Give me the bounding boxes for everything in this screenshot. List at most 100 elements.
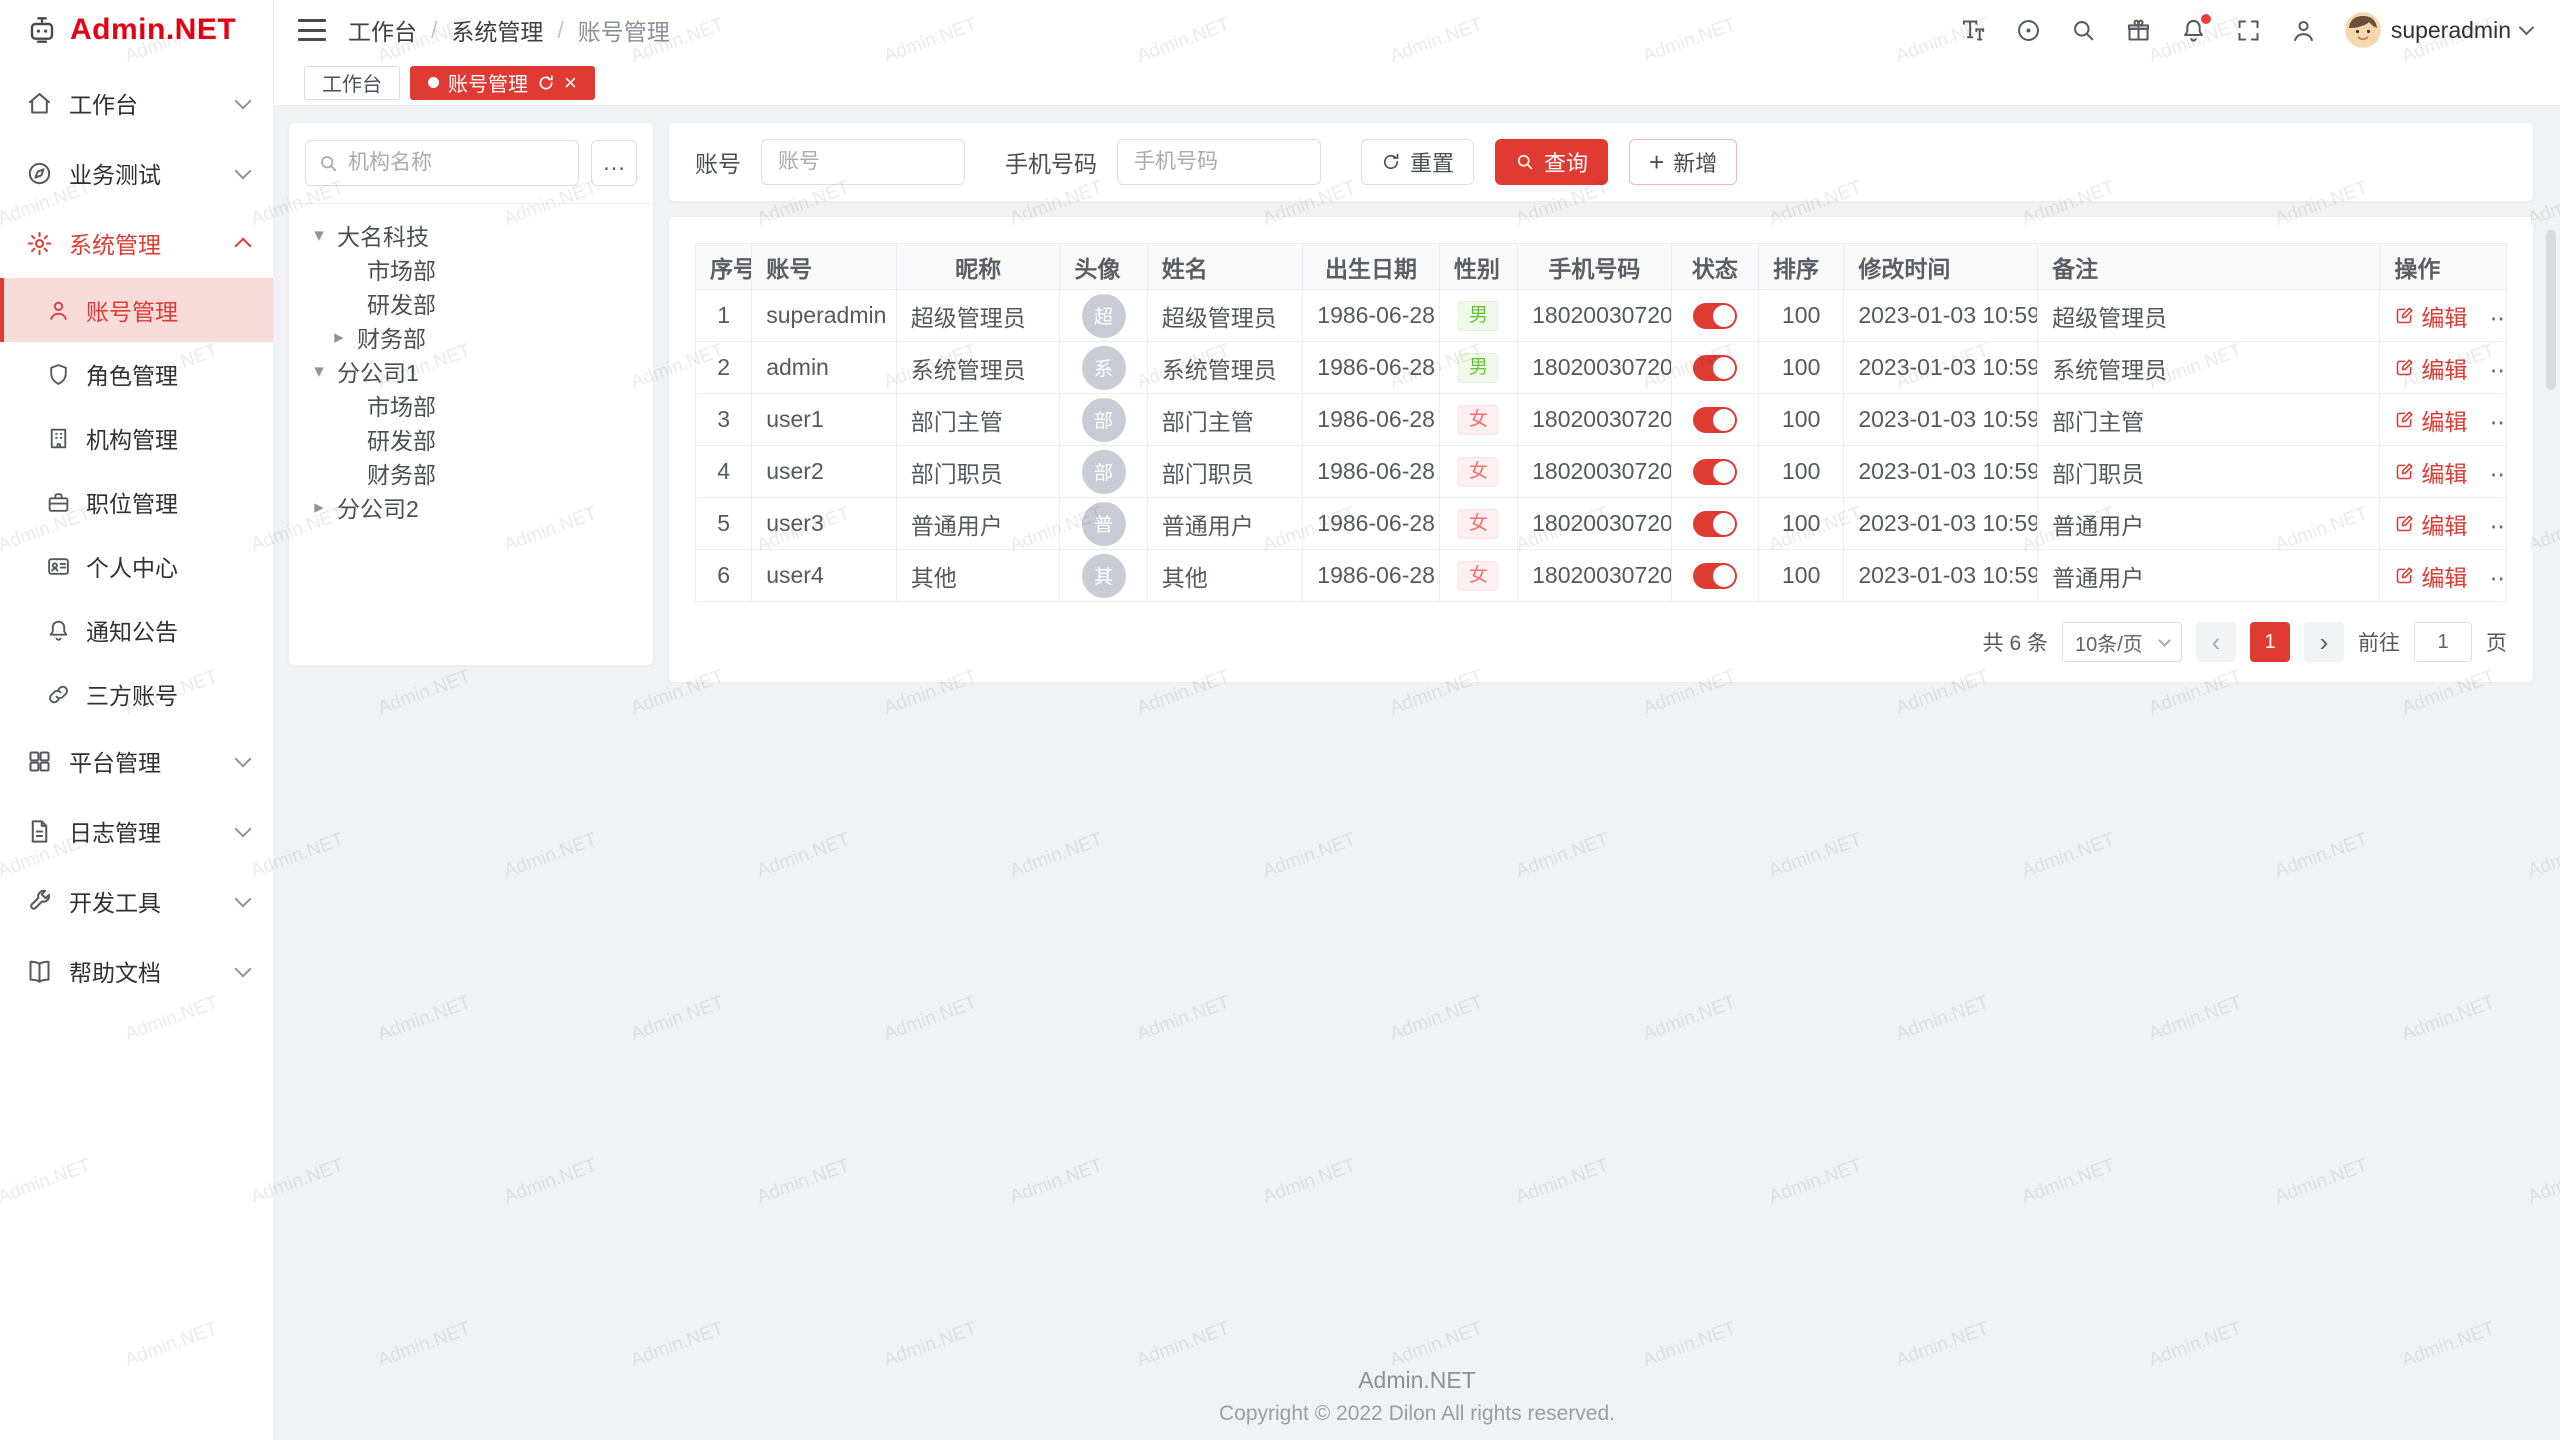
sidebar-subitem-position-management[interactable]: 职位管理 xyxy=(0,470,273,534)
tree-node[interactable]: ▾大名科技 xyxy=(299,218,643,252)
tab-close-icon[interactable]: × xyxy=(564,72,577,94)
status-toggle[interactable] xyxy=(1693,407,1737,433)
tree-node[interactable]: 研发部 xyxy=(299,422,643,456)
scrollbar-thumb[interactable] xyxy=(2546,230,2556,390)
tree-node[interactable]: ▸分公司2 xyxy=(299,490,643,524)
sidebar-subitem-org-management[interactable]: 机构管理 xyxy=(0,406,273,470)
status-toggle[interactable] xyxy=(1693,459,1737,485)
status-toggle[interactable] xyxy=(1693,563,1737,589)
tree-node[interactable]: ▸财务部 xyxy=(299,320,643,354)
column-header[interactable]: 备注 xyxy=(2038,244,2380,290)
edit-button[interactable]: 编辑 xyxy=(2394,507,2467,541)
cell-avatar: 其 xyxy=(1060,550,1147,602)
edit-button[interactable]: 编辑 xyxy=(2394,455,2467,489)
row-more-button[interactable]: ⋯ xyxy=(2490,357,2507,383)
row-more-button[interactable]: ⋯ xyxy=(2490,565,2507,591)
user-menu[interactable]: superadmin xyxy=(2345,12,2532,48)
column-header[interactable]: 姓名 xyxy=(1147,244,1303,290)
sidebar-item-platform-management[interactable]: 平台管理 xyxy=(0,726,273,796)
sidebar-item-workbench[interactable]: 工作台 xyxy=(0,68,273,138)
app-logo[interactable]: Admin.NET xyxy=(0,0,273,60)
edit-button[interactable]: 编辑 xyxy=(2394,299,2467,333)
goto-page-input[interactable] xyxy=(2414,622,2472,662)
table-row[interactable]: 2 admin 系统管理员 系 系统管理员 1986-06-28 男 18020… xyxy=(696,342,2507,394)
tree-node[interactable]: 市场部 xyxy=(299,388,643,422)
row-more-button[interactable]: ⋯ xyxy=(2490,305,2507,331)
font-size-icon[interactable] xyxy=(1960,17,1987,44)
sidebar-subitem-personal-center[interactable]: 个人中心 xyxy=(0,534,273,598)
account-input[interactable] xyxy=(761,139,965,185)
caret-right-icon[interactable]: ▸ xyxy=(309,496,329,519)
search-icon[interactable] xyxy=(2070,17,2097,44)
tab-refresh-icon[interactable] xyxy=(537,74,555,92)
page-size-select[interactable]: 10条/页 xyxy=(2062,622,2182,662)
sidebar-menu: 工作台 业务测试 系统管理 账号管理 角色管理 xyxy=(0,60,273,1440)
column-header[interactable]: 手机号码 xyxy=(1518,244,1672,290)
table-row[interactable]: 6 user4 其他 其 其他 1986-06-28 女 18020030720 xyxy=(696,550,2507,602)
fullscreen-icon[interactable] xyxy=(2235,17,2262,44)
cell-account: user2 xyxy=(752,446,897,498)
edit-button[interactable]: 编辑 xyxy=(2394,403,2467,437)
column-header[interactable]: 头像 xyxy=(1060,244,1147,290)
status-toggle[interactable] xyxy=(1693,355,1737,381)
search-button[interactable]: 查询 xyxy=(1495,139,1608,185)
next-page-button[interactable]: › xyxy=(2304,622,2344,662)
sidebar-item-help-docs[interactable]: 帮助文档 xyxy=(0,936,273,1006)
caret-down-icon[interactable]: ▾ xyxy=(309,360,329,383)
sidebar-subitem-third-party-account[interactable]: 三方账号 xyxy=(0,662,273,726)
column-header[interactable]: 修改时间 xyxy=(1844,244,2038,290)
status-toggle[interactable] xyxy=(1693,511,1737,537)
cell-gender: 男 xyxy=(1439,290,1517,342)
sidebar-item-log-management[interactable]: 日志管理 xyxy=(0,796,273,866)
user-profile-icon[interactable] xyxy=(2290,17,2317,44)
row-more-button[interactable]: ⋯ xyxy=(2490,409,2507,435)
tab-account-management[interactable]: 账号管理 × xyxy=(410,66,595,100)
table-row[interactable]: 3 user1 部门主管 部 部门主管 1986-06-28 女 1802003… xyxy=(696,394,2507,446)
reset-button[interactable]: 重置 xyxy=(1361,139,1474,185)
sidebar-item-dev-tools[interactable]: 开发工具 xyxy=(0,866,273,936)
cell-actions: 编辑 ⋯ xyxy=(2380,394,2507,446)
caret-right-icon[interactable]: ▸ xyxy=(329,326,349,349)
column-header[interactable]: 序号 xyxy=(696,244,752,290)
column-header[interactable]: 昵称 xyxy=(896,244,1060,290)
column-header[interactable]: 出生日期 xyxy=(1303,244,1440,290)
org-more-button[interactable]: … xyxy=(591,140,637,186)
table-row[interactable]: 5 user3 普通用户 普 普通用户 1986-06-28 女 1802003… xyxy=(696,498,2507,550)
target-icon[interactable] xyxy=(2015,17,2042,44)
collapse-menu-icon[interactable] xyxy=(298,19,326,41)
table-row[interactable]: 1 superadmin 超级管理员 超 超级管理员 1986-06-28 男 … xyxy=(696,290,2507,342)
row-more-button[interactable]: ⋯ xyxy=(2490,513,2507,539)
sidebar-item-system-management[interactable]: 系统管理 xyxy=(0,208,273,278)
notification-bell-icon[interactable] xyxy=(2180,17,2207,44)
row-more-button[interactable]: ⋯ xyxy=(2490,461,2507,487)
sidebar-subitem-notice[interactable]: 通知公告 xyxy=(0,598,273,662)
column-header[interactable]: 排序 xyxy=(1759,244,1844,290)
status-toggle[interactable] xyxy=(1693,303,1737,329)
sidebar-subitem-role-management[interactable]: 角色管理 xyxy=(0,342,273,406)
sidebar-subitem-account-management[interactable]: 账号管理 xyxy=(0,278,273,342)
prev-page-button[interactable]: ‹ xyxy=(2196,622,2236,662)
column-header[interactable]: 状态 xyxy=(1671,244,1758,290)
tree-node[interactable]: 市场部 xyxy=(299,252,643,286)
cell-phone: 18020030720 xyxy=(1518,446,1672,498)
breadcrumb-item[interactable]: 系统管理 xyxy=(451,13,543,47)
phone-input[interactable] xyxy=(1117,139,1321,185)
sidebar-item-business-test[interactable]: 业务测试 xyxy=(0,138,273,208)
org-search-input[interactable] xyxy=(348,151,566,175)
column-header[interactable]: 操作 xyxy=(2380,244,2507,290)
tab-workbench[interactable]: 工作台 xyxy=(304,66,400,100)
column-header[interactable]: 账号 xyxy=(752,244,897,290)
breadcrumb-item[interactable]: 工作台 xyxy=(348,13,417,47)
column-header[interactable]: 性别 xyxy=(1439,244,1517,290)
tree-node[interactable]: 财务部 xyxy=(299,456,643,490)
tree-node[interactable]: ▾分公司1 xyxy=(299,354,643,388)
org-search-box[interactable] xyxy=(305,140,579,186)
edit-button[interactable]: 编辑 xyxy=(2394,351,2467,385)
edit-button[interactable]: 编辑 xyxy=(2394,559,2467,593)
page-number-button[interactable]: 1 xyxy=(2250,622,2290,662)
table-row[interactable]: 4 user2 部门职员 部 部门职员 1986-06-28 女 1802003… xyxy=(696,446,2507,498)
tree-node[interactable]: 研发部 xyxy=(299,286,643,320)
caret-down-icon[interactable]: ▾ xyxy=(309,224,329,247)
add-button[interactable]: + 新增 xyxy=(1629,139,1737,185)
gift-icon[interactable] xyxy=(2125,17,2152,44)
